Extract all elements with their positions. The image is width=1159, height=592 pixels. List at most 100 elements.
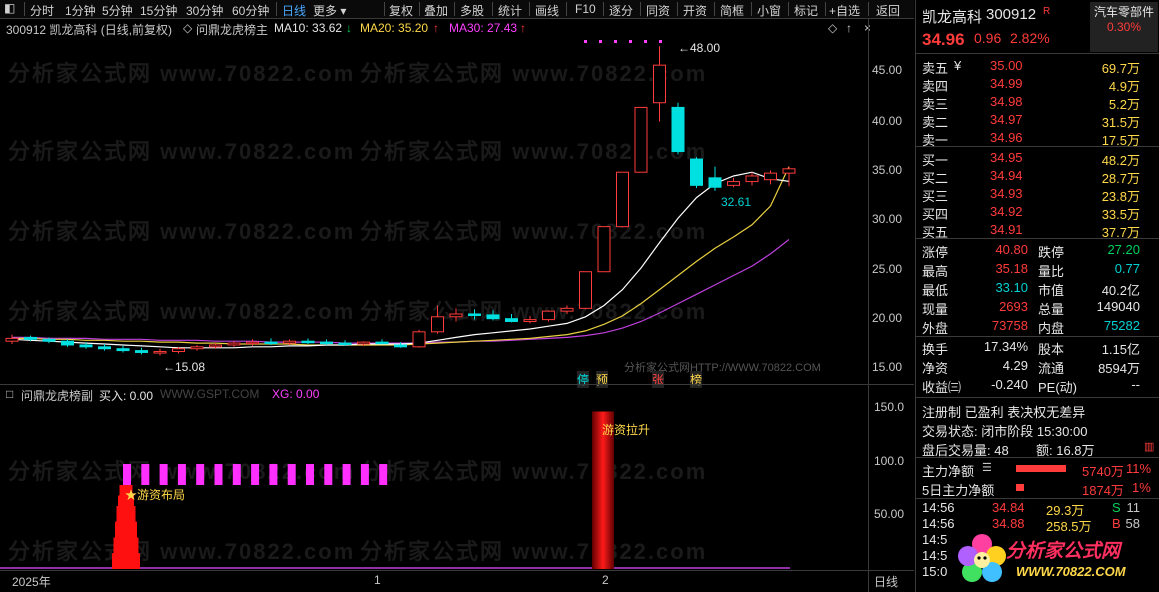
candle[interactable] [671, 102, 685, 155]
btn-f10[interactable]: F10 [575, 2, 596, 16]
candle[interactable] [227, 341, 241, 347]
tab-1min[interactable]: 1分钟 [65, 2, 96, 19]
btn-small-window[interactable]: 小窗 [757, 2, 781, 19]
stat-value: 35.18 [995, 261, 1028, 276]
ask-row[interactable]: 卖三 34.98 5.2万 [916, 92, 1159, 112]
expand-icon[interactable]: ◇ [183, 21, 192, 35]
candle[interactable] [190, 344, 204, 351]
btn-fuquan[interactable]: 复权 [389, 2, 413, 19]
stat-value: -- [1131, 377, 1140, 392]
candle[interactable] [560, 305, 574, 314]
stats-row: 涨停 40.80 跌停 27.20 [916, 240, 1159, 260]
ask-row[interactable]: 卖四 34.99 4.9万 [916, 74, 1159, 94]
candle[interactable] [301, 338, 315, 345]
btn-stats[interactable]: 统计 [498, 2, 522, 19]
candle[interactable] [431, 305, 444, 334]
tick-price: 34.84 [992, 500, 1025, 515]
ma20-label: MA20: 35.20 [360, 21, 429, 35]
stat-label: PE(动) [1038, 380, 1078, 395]
btn-multi[interactable]: 多股 [460, 2, 484, 19]
tab-30min[interactable]: 30分钟 [186, 2, 223, 19]
candle-body [190, 346, 204, 350]
candle[interactable] [486, 310, 500, 321]
tick-count: 58 [1125, 516, 1140, 531]
candle[interactable] [542, 310, 555, 322]
ask-row[interactable]: 卖二 34.97 31.5万 [916, 110, 1159, 130]
btn-add-watchlist[interactable]: +自选 [829, 2, 860, 19]
bid-row[interactable]: 买二 34.94 28.7万 [916, 166, 1159, 186]
low-price-label: ←15.08 [163, 360, 206, 374]
sub-indicator-chart[interactable] [0, 385, 914, 571]
period-daily-prefix-icon[interactable]: ◧ [4, 1, 15, 15]
candle[interactable] [708, 166, 722, 191]
btn-tick[interactable]: 逐分 [609, 2, 633, 19]
btn-simple[interactable]: 简框 [720, 2, 744, 19]
stats-row: 最高 35.18 量比 0.77 [916, 259, 1159, 279]
candle[interactable] [597, 226, 611, 273]
candle[interactable] [764, 170, 777, 185]
candle[interactable] [375, 339, 389, 345]
tab-daily[interactable]: 日线 [282, 2, 306, 19]
candle[interactable] [153, 348, 167, 356]
btn-back[interactable]: 返回 [876, 2, 900, 19]
stock-name: 凯龙高科 [922, 9, 983, 26]
bid-price: 34.95 [990, 150, 1023, 165]
candle[interactable] [338, 340, 352, 346]
stat-value: 75282 [1103, 318, 1140, 333]
top-marker-dot [644, 40, 647, 43]
list-icon[interactable]: ☰ [982, 461, 992, 474]
candlestick-chart[interactable] [0, 37, 914, 385]
buy-signal-bar [306, 464, 314, 485]
btn-open[interactable]: 开资 [683, 2, 707, 19]
buy-signal-bar [214, 464, 223, 485]
candle-body [357, 341, 370, 345]
sub-y-tick: 50.00 [874, 507, 905, 521]
btn-overlay[interactable]: 叠加 [424, 2, 448, 19]
candle[interactable] [116, 345, 130, 353]
candle[interactable] [320, 339, 333, 345]
btn-mark[interactable]: 标记 [794, 2, 818, 19]
main-indicator-name[interactable]: 问鼎龙虎榜主 [196, 21, 268, 38]
tab-5min[interactable]: 5分钟 [102, 2, 133, 19]
tab-intraday[interactable]: 分时 [30, 2, 54, 19]
candle-body [209, 344, 222, 348]
candle[interactable] [449, 308, 463, 322]
candle[interactable] [634, 106, 648, 173]
tab-15min[interactable]: 15分钟 [140, 2, 177, 19]
bid-row[interactable]: 买一 34.95 48.2万 [916, 148, 1159, 168]
candle[interactable] [98, 344, 111, 351]
ask-row[interactable]: 卖一 34.96 17.5万 [916, 128, 1159, 148]
candle[interactable] [246, 339, 259, 346]
candle[interactable] [690, 157, 703, 189]
candle-body [412, 331, 426, 348]
candle[interactable] [579, 271, 592, 310]
bid-row[interactable]: 买四 34.92 33.5万 [916, 202, 1159, 222]
candle[interactable] [135, 347, 148, 355]
candle[interactable] [412, 329, 426, 348]
diamond-icon[interactable]: ◇ [828, 21, 837, 35]
bid-row[interactable]: 买三 34.93 23.8万 [916, 184, 1159, 204]
candle[interactable] [5, 334, 19, 345]
candle[interactable] [727, 177, 740, 188]
flow5-pct: 1% [1132, 480, 1151, 495]
r-badge: R [1043, 6, 1051, 17]
candle[interactable] [505, 313, 518, 323]
ask-row[interactable]: 卖五 ¥35.00 69.7万 [916, 56, 1159, 76]
bid-price: 34.94 [990, 168, 1023, 183]
tab-60min[interactable]: 60分钟 [232, 2, 269, 19]
candle[interactable] [61, 339, 74, 347]
chart-small-icon[interactable]: ▥ [1144, 440, 1154, 453]
bid-row[interactable]: 买五 34.91 37.7万 [916, 220, 1159, 240]
candle[interactable] [264, 338, 278, 345]
candle-body [153, 351, 167, 354]
candle[interactable] [523, 315, 537, 324]
candle[interactable] [653, 46, 666, 122]
btn-draw[interactable]: 画线 [535, 2, 559, 19]
last-price: 34.96 [922, 30, 965, 49]
btn-same[interactable]: 同资 [646, 2, 670, 19]
candle[interactable] [616, 171, 629, 228]
candle[interactable] [468, 309, 481, 320]
arrow-up-icon[interactable]: ↑ [846, 21, 852, 35]
tick-count: 11 [1126, 500, 1141, 515]
tab-more[interactable]: 更多 ▾ [313, 2, 346, 19]
